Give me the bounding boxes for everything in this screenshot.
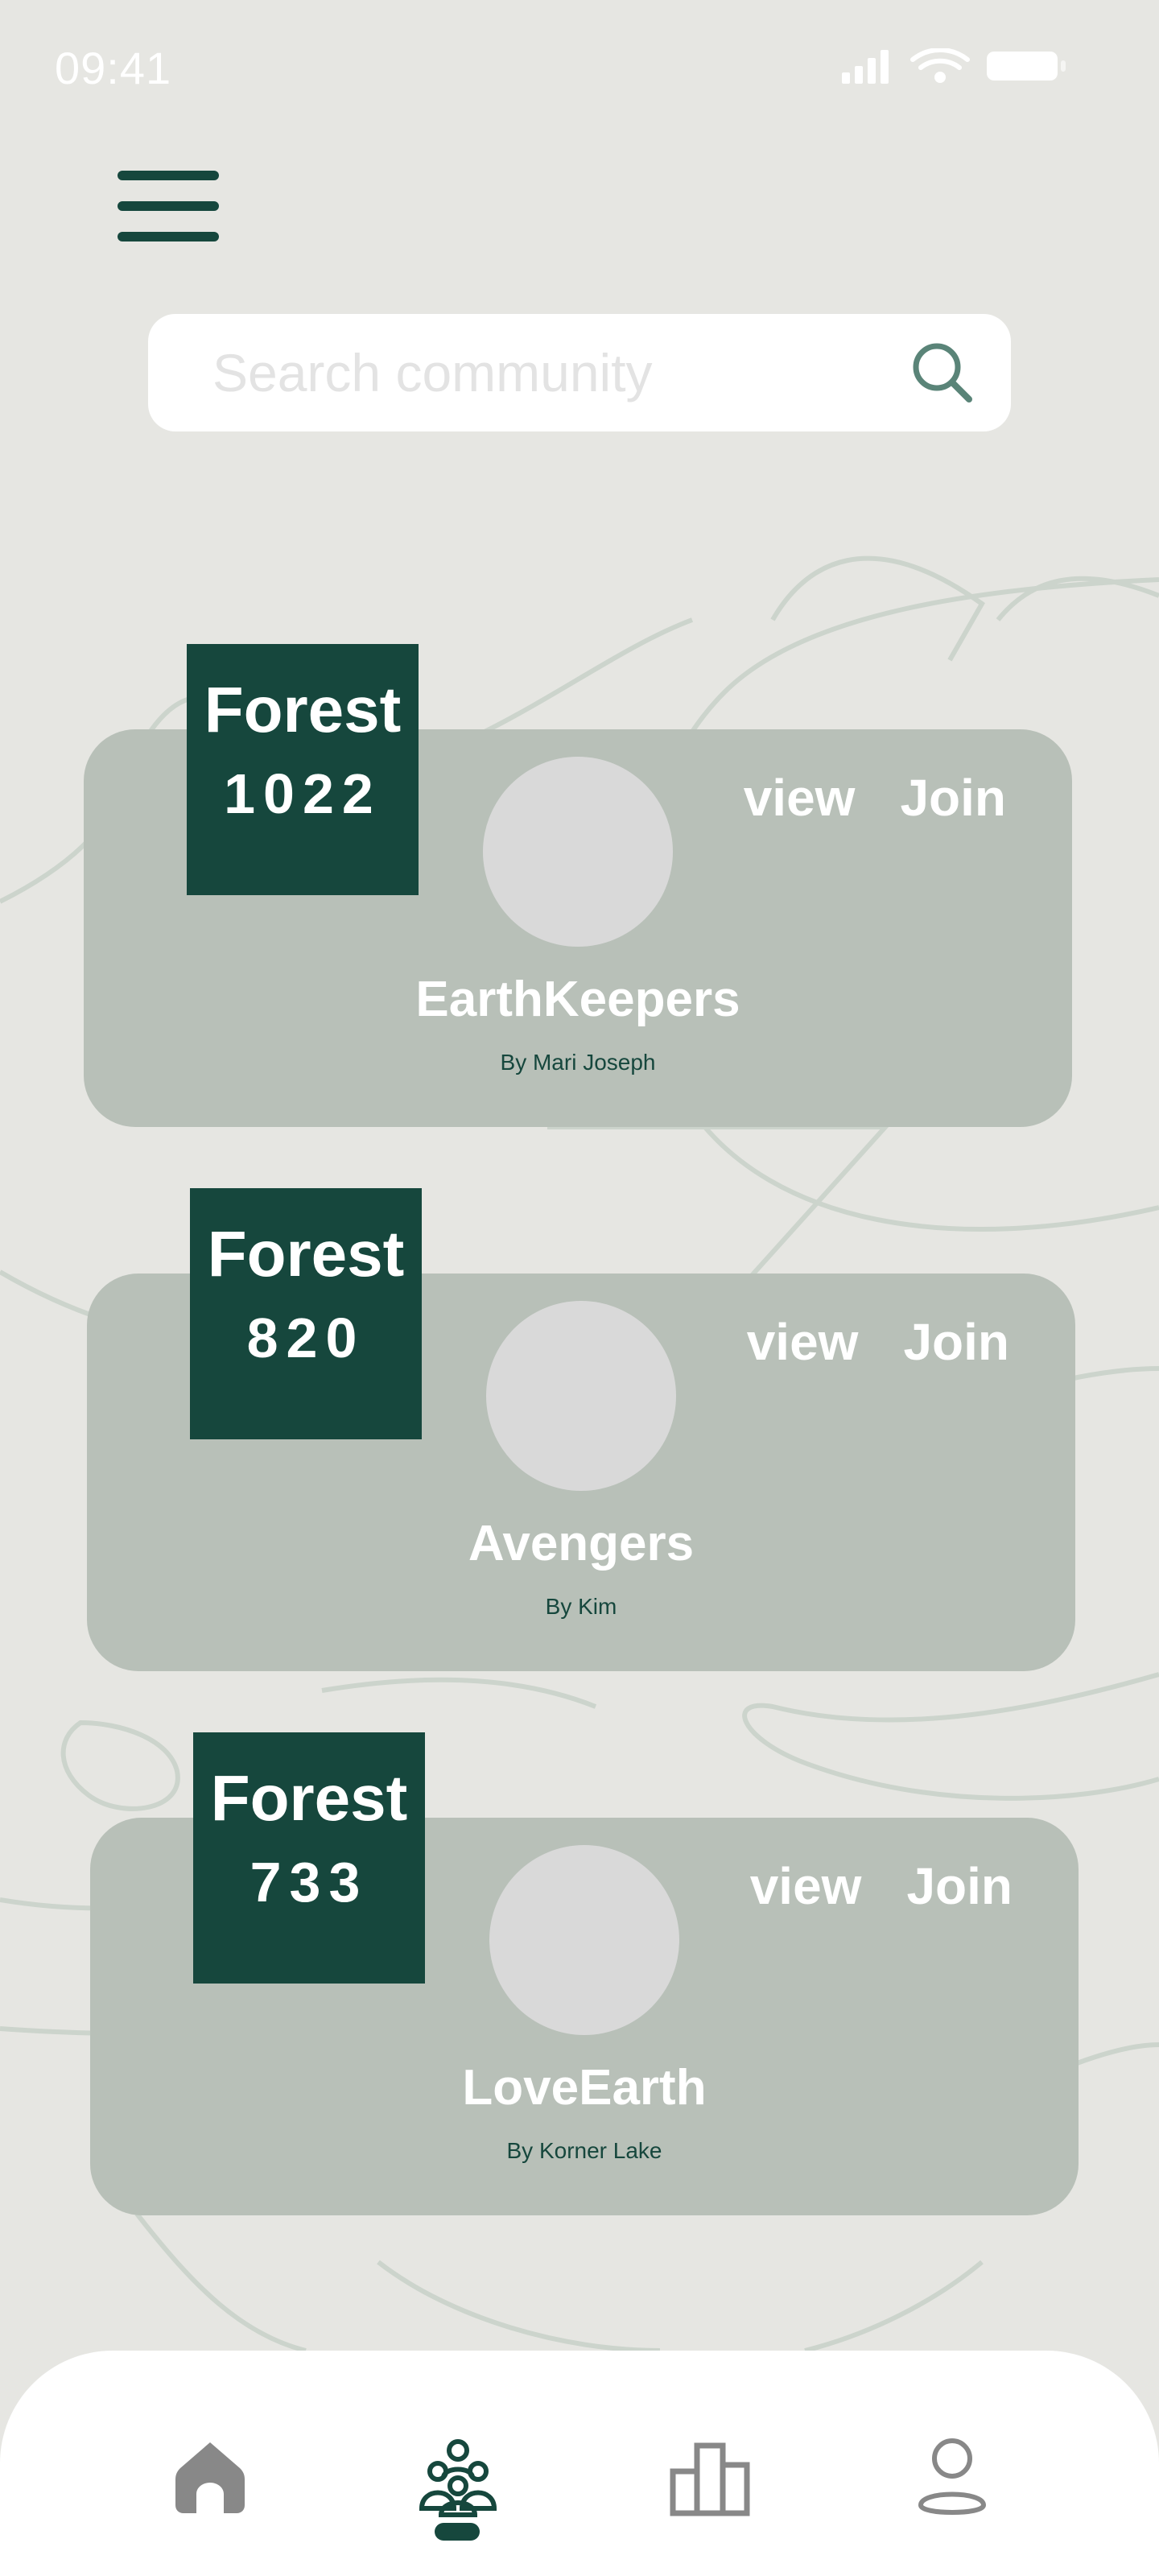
status-time: 09:41	[55, 43, 172, 93]
status-icons	[842, 48, 1066, 84]
community-name: LoveEarth	[462, 2060, 707, 2116]
community-avatar	[486, 1301, 676, 1491]
card-actions: view Join	[747, 1312, 1009, 1372]
view-button[interactable]: view	[750, 1856, 862, 1916]
card-actions: view Join	[744, 768, 1006, 828]
battery-icon	[987, 52, 1066, 80]
member-count: 1022	[224, 762, 382, 825]
community-avatar	[483, 757, 673, 947]
community-author: By Mari Joseph	[500, 1050, 656, 1075]
community-author: By Korner Lake	[506, 2138, 662, 2163]
community-avatar	[489, 1845, 679, 2035]
menu-line	[118, 201, 219, 211]
category-tag: Forest 820	[190, 1188, 422, 1439]
join-button[interactable]: Join	[903, 1312, 1009, 1372]
card-actions: view Join	[750, 1856, 1013, 1916]
menu-line	[118, 232, 219, 242]
category-label: Forest	[207, 1218, 405, 1290]
active-tab-indicator	[435, 2523, 480, 2541]
bottom-nav	[0, 2351, 1159, 2576]
search-bar	[148, 314, 1011, 431]
menu-line	[118, 171, 219, 180]
category-label: Forest	[204, 674, 402, 745]
view-button[interactable]: view	[747, 1312, 859, 1372]
join-button[interactable]: Join	[906, 1856, 1013, 1916]
leaderboard-icon[interactable]	[666, 2431, 755, 2520]
community-icon[interactable]	[414, 2431, 502, 2520]
join-button[interactable]: Join	[900, 768, 1006, 828]
signal-icon	[842, 50, 889, 84]
member-count: 820	[246, 1307, 365, 1369]
search-input[interactable]	[212, 338, 872, 407]
member-count: 733	[250, 1851, 369, 1913]
category-tag: Forest 1022	[187, 644, 419, 895]
home-icon[interactable]	[166, 2431, 254, 2520]
wifi-icon	[910, 48, 970, 83]
community-author: By Kim	[545, 1594, 617, 1619]
menu-button[interactable]	[118, 171, 221, 243]
category-tag: Forest 733	[193, 1732, 425, 1984]
profile-icon[interactable]	[908, 2431, 996, 2520]
category-label: Forest	[210, 1762, 408, 1834]
community-name: EarthKeepers	[415, 972, 740, 1027]
community-name: Avengers	[468, 1516, 695, 1571]
search-icon[interactable]	[909, 340, 975, 406]
view-button[interactable]: view	[744, 768, 856, 828]
